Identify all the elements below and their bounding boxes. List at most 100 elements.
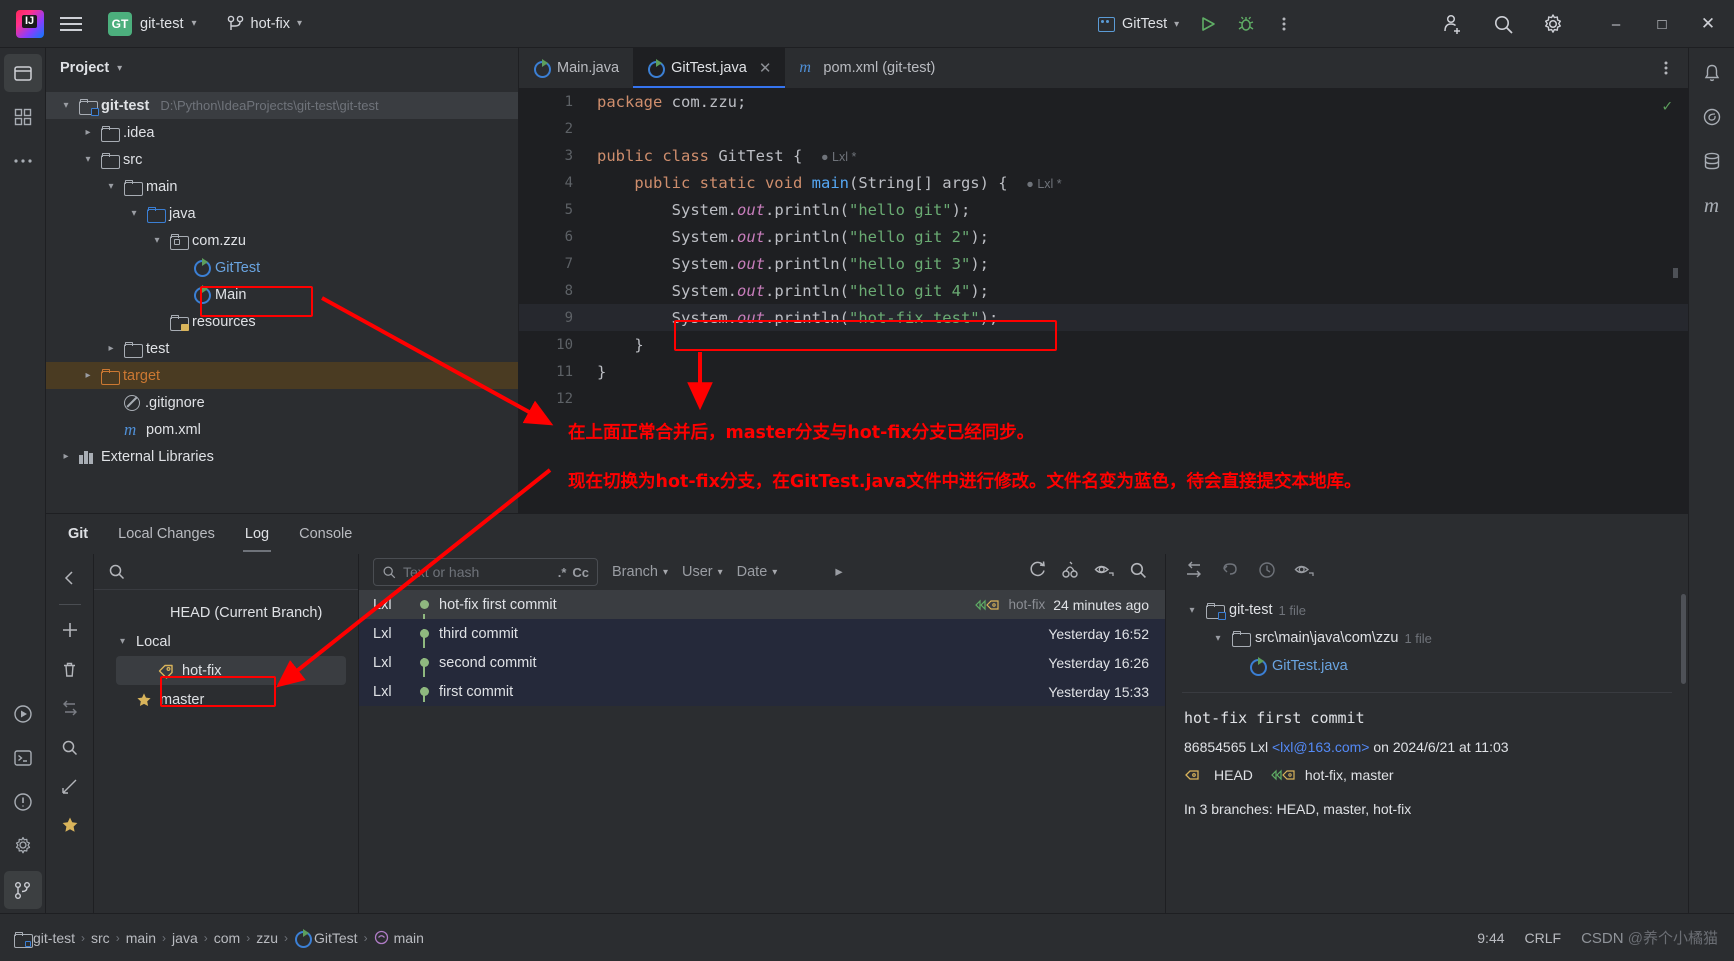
collapse-panel-button[interactable] (54, 562, 86, 594)
changed-file-item[interactable]: GitTest.java (1166, 652, 1688, 680)
table-row[interactable]: Lxl third commit Yesterday 16:52 (359, 619, 1165, 658)
chevron-down-icon[interactable]: ▾ (117, 63, 122, 74)
tree-item-resources[interactable]: ▸ resources (46, 308, 518, 335)
chevron-right-icon[interactable]: ▸ (58, 451, 74, 462)
details-scrollbar[interactable] (1681, 594, 1686, 684)
maven-button[interactable]: m (1693, 186, 1731, 224)
chevron-right-icon[interactable]: ▸ (103, 343, 119, 354)
filter-user[interactable]: User ▾ (682, 564, 723, 580)
branch-item-hot-fix[interactable]: hot-fix (116, 656, 346, 685)
tree-item-external-libraries[interactable]: ▸ External Libraries (46, 443, 518, 470)
breadcrumb-item-java[interactable]: java (172, 930, 198, 946)
branch-item-master[interactable]: master (94, 685, 358, 714)
history-button[interactable] (1258, 561, 1276, 584)
tree-item-git-test[interactable]: ▾ git-test D:\Python\IdeaProjects\git-te… (46, 92, 518, 119)
changed-file-root[interactable]: ▾ git-test 1 file (1166, 596, 1688, 624)
tree-item-pom-xml[interactable]: ▸ m pom.xml (46, 416, 518, 443)
breadcrumb-item-gittest[interactable]: GitTest (294, 929, 358, 948)
tree-item-com-zzu[interactable]: ▾ com.zzu (46, 227, 518, 254)
regex-toggle[interactable]: .* (558, 565, 567, 580)
tree-item-src[interactable]: ▾ src (46, 146, 518, 173)
breadcrumb-item-main[interactable]: main (126, 930, 156, 946)
cherry-pick-button[interactable] (1061, 560, 1080, 584)
branch-item-head[interactable]: HEAD (Current Branch) (94, 598, 358, 627)
breadcrumb-item-com[interactable]: com (214, 930, 240, 946)
tab-local-changes[interactable]: Local Changes (116, 518, 217, 550)
fetch-button[interactable] (54, 692, 86, 724)
commit-author-email[interactable]: <lxl@163.com> (1272, 739, 1369, 755)
sidebar-item-run[interactable] (4, 695, 42, 733)
run-configuration-selector[interactable]: GitTest ▾ (1090, 12, 1187, 36)
breadcrumb-item-main-method[interactable]: main (374, 930, 424, 946)
chevron-down-icon[interactable]: ▾ (58, 100, 74, 111)
favorites-button[interactable] (54, 809, 86, 841)
caret-position[interactable]: 9:44 (1477, 930, 1504, 946)
refresh-log-button[interactable] (1028, 560, 1047, 584)
sidebar-item-more[interactable] (4, 142, 42, 180)
show-details-button[interactable] (1094, 562, 1115, 582)
tab-gittest-java[interactable]: GitTest.java ✕ (633, 48, 786, 88)
minimize-window-button[interactable]: – (1594, 4, 1638, 44)
sidebar-item-structure[interactable] (4, 98, 42, 136)
filter-date[interactable]: Date ▾ (737, 564, 778, 580)
tree-item-main[interactable]: ▾ main (46, 173, 518, 200)
chevron-down-icon[interactable]: ▾ (1210, 633, 1226, 644)
changed-file-dir[interactable]: ▾ src\main\java\com\zzu 1 file (1166, 624, 1688, 652)
branch-search-box[interactable] (94, 554, 358, 590)
ai-assistant-button[interactable] (1693, 98, 1731, 136)
chevron-down-icon[interactable]: ▾ (126, 208, 142, 219)
sidebar-item-terminal[interactable] (4, 739, 42, 777)
notifications-button[interactable] (1693, 54, 1731, 92)
database-button[interactable] (1693, 142, 1731, 180)
chevron-down-icon[interactable]: ▾ (120, 636, 125, 647)
group-by-directory-button[interactable] (1184, 561, 1203, 583)
sidebar-item-project[interactable] (3, 54, 42, 92)
debug-button[interactable] (1229, 7, 1263, 41)
main-menu-icon[interactable] (56, 9, 86, 39)
branch-group-local[interactable]: ▾ Local (94, 627, 358, 656)
tab-git[interactable]: Git (66, 518, 90, 550)
case-toggle[interactable]: Cc (572, 565, 589, 580)
tree-item-test[interactable]: ▸ test (46, 335, 518, 362)
close-window-button[interactable]: ✕ (1686, 4, 1730, 44)
chevron-right-icon[interactable]: ▸ (80, 370, 96, 381)
chevron-down-icon[interactable]: ▾ (149, 235, 165, 246)
revert-button[interactable] (1221, 561, 1240, 583)
tab-console[interactable]: Console (297, 518, 354, 550)
tab-main-java[interactable]: Main.java (519, 48, 633, 88)
maximize-window-button[interactable]: □ (1640, 4, 1684, 44)
search-in-log-button[interactable] (1129, 561, 1151, 584)
tab-log[interactable]: Log (242, 518, 272, 552)
add-user-button[interactable] (1436, 7, 1470, 41)
log-search-input[interactable]: Text or hash .* Cc (373, 558, 598, 586)
close-tab-icon[interactable]: ✕ (759, 59, 772, 77)
code-editor[interactable]: ✓ 1 package com.zzu; 2 3 public class Gi… (519, 88, 1688, 513)
chevron-down-icon[interactable]: ▾ (80, 154, 96, 165)
line-separator[interactable]: CRLF (1525, 930, 1562, 946)
expand-filters-button[interactable]: ▸ (835, 564, 842, 580)
editor-options-button[interactable] (1654, 56, 1678, 80)
tree-item-idea[interactable]: ▸ .idea (46, 119, 518, 146)
sidebar-item-git[interactable] (3, 871, 42, 909)
chevron-right-icon[interactable]: ▸ (80, 127, 96, 138)
branch-graph-button[interactable] (54, 770, 86, 802)
tree-item-main-class[interactable]: ▸ Main (46, 281, 518, 308)
chevron-down-icon[interactable]: ▾ (1184, 605, 1200, 616)
search-branch-button[interactable] (54, 731, 86, 763)
breadcrumb-item-git-test[interactable]: git-test (14, 930, 75, 948)
add-branch-button[interactable] (54, 614, 86, 646)
table-row[interactable]: Lxl second commit Yesterday 16:26 (359, 648, 1165, 687)
tree-item-gitignore[interactable]: ▸ .gitignore (46, 389, 518, 416)
delete-branch-button[interactable] (54, 653, 86, 685)
more-actions-button[interactable] (1267, 7, 1301, 41)
sidebar-item-problems[interactable] (4, 783, 42, 821)
chevron-down-icon[interactable]: ▾ (103, 181, 119, 192)
tree-item-target[interactable]: ▸ target (46, 362, 518, 389)
breadcrumb-item-src[interactable]: src (91, 930, 110, 946)
preview-diff-button[interactable] (1294, 562, 1315, 582)
table-row[interactable]: Lxl first commit Yesterday 15:33 (359, 677, 1165, 706)
settings-button[interactable] (1536, 7, 1570, 41)
tree-item-java[interactable]: ▾ java (46, 200, 518, 227)
table-row[interactable]: Lxl hot-fix first commit hot-fix 24 minu… (359, 590, 1165, 629)
project-selector[interactable]: GT git-test ▾ (100, 8, 205, 40)
